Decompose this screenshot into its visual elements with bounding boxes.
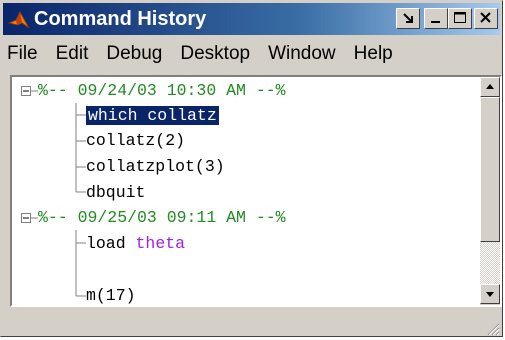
menu-file[interactable]: File — [3, 40, 48, 68]
menu-window[interactable]: Window — [260, 40, 346, 68]
menu-bar: File Edit Debug Desktop Window Help — [3, 37, 500, 71]
menu-debug[interactable]: Debug — [98, 40, 172, 68]
history-tree[interactable]: %-- 09/24/03 10:30 AM --% which collatz … — [10, 75, 502, 307]
scroll-track-lower[interactable] — [480, 242, 500, 284]
command-history-window: Command History File Edit Debug Desktop … — [0, 0, 503, 337]
history-item[interactable]: load theta — [86, 231, 185, 257]
resize-grip-icon[interactable] — [484, 320, 500, 336]
close-icon — [480, 12, 491, 23]
history-item[interactable]: collatz(2) — [86, 128, 185, 154]
selected-command[interactable]: which collatz — [86, 106, 219, 125]
history-item[interactable]: dbquit — [86, 180, 145, 206]
status-bar — [3, 310, 500, 336]
minimize-icon — [431, 21, 440, 23]
maximize-icon — [454, 12, 466, 23]
history-item[interactable]: collatzplot(3) — [86, 154, 225, 180]
dock-icon — [403, 13, 413, 23]
keyword-text: theta — [135, 234, 186, 253]
close-button[interactable] — [474, 8, 498, 29]
arrow-down-icon — [486, 292, 494, 297]
collapse-box-icon[interactable] — [21, 213, 31, 223]
maximize-button[interactable] — [448, 8, 472, 29]
scroll-down-button[interactable] — [480, 284, 500, 304]
menu-help[interactable]: Help — [346, 40, 403, 68]
history-item[interactable]: which collatz — [86, 103, 219, 129]
matlab-logo-icon — [8, 10, 30, 29]
history-item[interactable]: m(17) — [86, 283, 136, 305]
tree-lines — [21, 86, 86, 297]
dock-button[interactable] — [396, 8, 420, 29]
vertical-scrollbar[interactable] — [480, 77, 500, 305]
collapse-box-icon[interactable] — [21, 86, 31, 96]
session-header[interactable]: %-- 09/25/03 09:11 AM --% — [38, 205, 286, 231]
arrow-up-icon — [486, 84, 494, 89]
title-bar[interactable]: Command History — [3, 3, 500, 35]
scroll-thumb[interactable] — [480, 97, 500, 242]
menu-edit[interactable]: Edit — [48, 40, 99, 68]
session-header[interactable]: %-- 09/24/03 10:30 AM --% — [38, 78, 286, 104]
command-text: load — [86, 234, 136, 253]
menu-desktop[interactable]: Desktop — [172, 40, 260, 68]
window-title: Command History — [34, 8, 207, 30]
scroll-up-button[interactable] — [480, 77, 500, 97]
minimize-button[interactable] — [424, 8, 448, 29]
